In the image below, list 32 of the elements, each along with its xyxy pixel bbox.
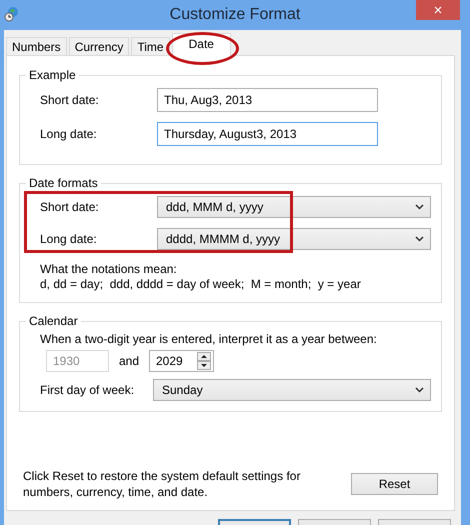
group-title: Calendar xyxy=(28,314,79,328)
year-field: 1930 xyxy=(46,350,109,372)
field-label: Short date: xyxy=(40,200,100,214)
field-label: Long date: xyxy=(40,232,98,246)
field-label: First day of week: xyxy=(40,383,136,397)
group-title: Date formats xyxy=(28,176,99,190)
app-icon xyxy=(4,6,20,22)
text-field[interactable]: Thursday, August3, 2013 xyxy=(157,122,378,146)
note-text: What the notations mean: xyxy=(40,262,178,277)
text-field[interactable]: Thu, Aug3, 2013 xyxy=(157,88,378,112)
chevron-down-icon xyxy=(415,204,424,210)
chevron-down-icon xyxy=(415,236,424,242)
field-label: Long date: xyxy=(40,127,98,141)
spin-arrows-icon[interactable] xyxy=(197,352,211,370)
and-label: and xyxy=(118,354,140,368)
dropdown[interactable]: Sunday xyxy=(153,379,431,401)
tab[interactable]: Numbers xyxy=(6,37,67,55)
reset-description: Click Reset to restore the system default settings for numbers, currency, time, and date. xyxy=(23,468,302,500)
window-title: Customize Format xyxy=(170,6,300,24)
group-title: Example xyxy=(28,68,77,82)
prompt-text: When a two-digit year is entered, interpret it as a year between: xyxy=(39,332,378,346)
field-label: Short date: xyxy=(40,93,100,107)
close-button[interactable]: × xyxy=(416,0,460,20)
note-text: d, dd = day; ddd, dddd = day of week; M = month; y = year xyxy=(40,277,362,292)
dropdown[interactable]: ddd, MMM d, yyyy xyxy=(157,196,431,218)
tab[interactable]: Time xyxy=(131,37,170,55)
tab[interactable]: Date xyxy=(172,33,231,56)
chevron-down-icon xyxy=(415,387,424,393)
year-spinner[interactable]: 2029 xyxy=(149,350,214,372)
reset-button[interactable]: Reset xyxy=(351,473,438,495)
tab[interactable]: Currency xyxy=(68,37,130,55)
dropdown[interactable]: dddd, MMMM d, yyyy xyxy=(157,228,431,250)
